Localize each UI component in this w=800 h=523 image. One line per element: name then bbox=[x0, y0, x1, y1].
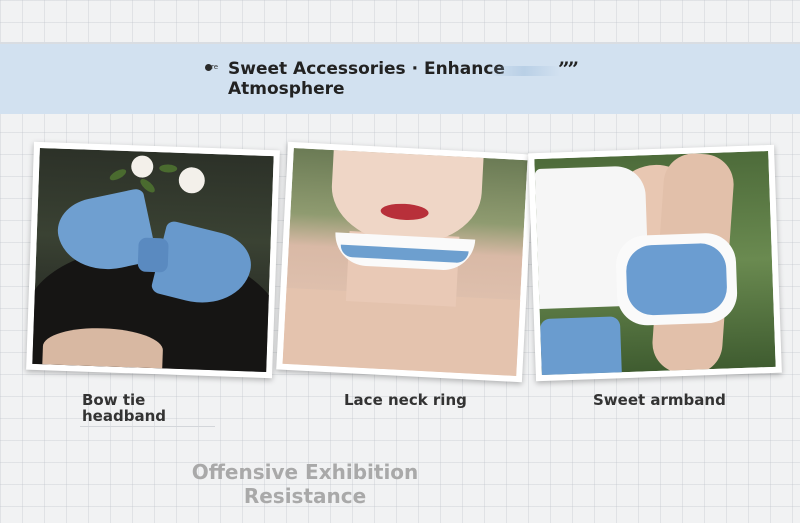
caption-underline bbox=[80, 426, 215, 427]
lace-choker-photo bbox=[282, 148, 528, 376]
quote-open-icon: re bbox=[205, 62, 221, 74]
product-photo-lace-neck-ring bbox=[276, 141, 534, 383]
caption-bow-tie-headband: Bow tie headband bbox=[82, 391, 166, 425]
ruffle-armband-photo bbox=[534, 150, 776, 376]
product-photo-bow-headband bbox=[26, 141, 280, 379]
banner-fade-decoration bbox=[488, 66, 560, 76]
blue-bow-headband-photo bbox=[32, 147, 274, 373]
footer-slogan: Offensive Exhibition Resistance bbox=[191, 460, 419, 508]
quote-close-icon: ”” bbox=[558, 57, 579, 81]
caption-sweet-armband: Sweet armband bbox=[593, 391, 726, 409]
product-photo-sweet-armband bbox=[528, 144, 782, 382]
caption-lace-neck-ring: Lace neck ring bbox=[344, 391, 467, 409]
banner-title: Sweet Accessories · Enhance Atmosphere bbox=[228, 59, 505, 99]
